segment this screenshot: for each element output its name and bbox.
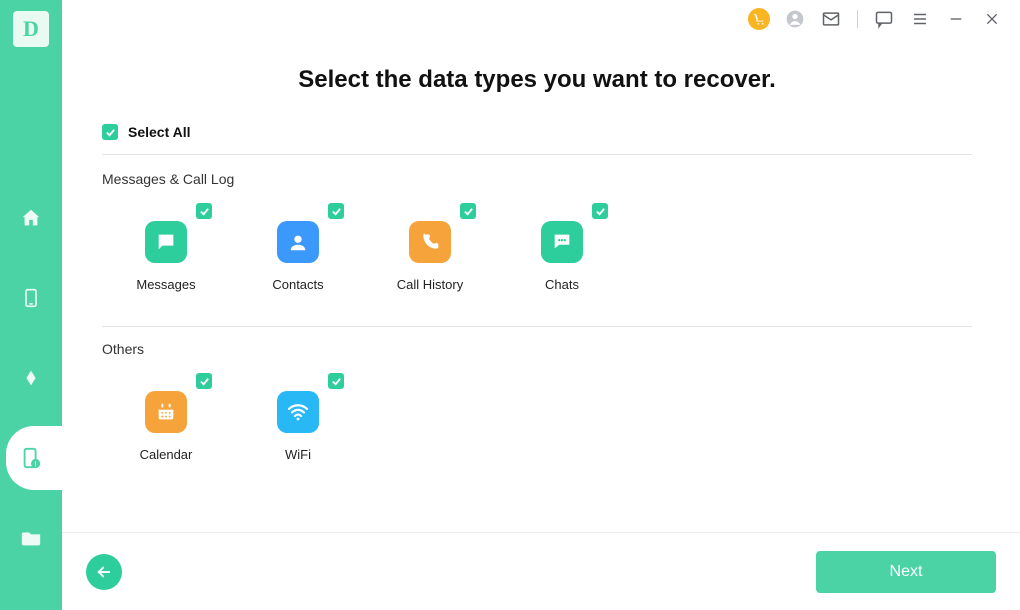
arrow-left-icon [95,563,113,581]
messages-icon [145,221,187,263]
sidebar-item-phone-alert[interactable]: ! [0,434,62,482]
select-all-label: Select All [128,124,191,140]
item-calendar[interactable]: Calendar [124,373,208,462]
item-checkbox[interactable] [460,203,476,219]
check-icon [105,127,116,138]
close-button[interactable] [976,3,1008,35]
menu-button[interactable] [904,3,936,35]
chats-icon [541,221,583,263]
sidebar-item-home[interactable] [0,194,62,242]
titlebar-separator [857,10,858,28]
app-logo: D [0,4,62,54]
chat-icon [874,9,894,29]
next-button[interactable]: Next [816,551,996,593]
contacts-icon [277,221,319,263]
user-icon [785,9,805,29]
phone-device-icon [21,287,41,309]
cart-button[interactable] [743,3,775,35]
minimize-button[interactable] [940,3,972,35]
main-area: Select the data types you want to recove… [62,0,1020,610]
section-messages-call-log: Messages & Call Log Messages [102,171,972,310]
cloud-icon [20,367,42,389]
item-checkbox[interactable] [592,203,608,219]
menu-icon [911,10,929,28]
sidebar-item-phone[interactable] [0,274,62,322]
check-icon [199,376,210,387]
mail-button[interactable] [815,3,847,35]
check-icon [595,206,606,217]
cart-icon [748,8,770,30]
item-label: Contacts [272,277,323,292]
wifi-icon [277,391,319,433]
feedback-button[interactable] [868,3,900,35]
item-label: Calendar [140,447,193,462]
titlebar [62,0,1020,38]
check-icon [199,206,210,217]
item-chats[interactable]: Chats [520,203,604,292]
sidebar-item-cloud[interactable] [0,354,62,402]
minimize-icon [948,11,964,27]
check-icon [463,206,474,217]
item-contacts[interactable]: Contacts [256,203,340,292]
item-checkbox[interactable] [196,373,212,389]
item-checkbox[interactable] [196,203,212,219]
section-title: Others [102,341,972,357]
item-checkbox[interactable] [328,373,344,389]
item-wifi[interactable]: WiFi [256,373,340,462]
svg-text:!: ! [35,459,37,468]
home-icon [20,207,42,229]
section-others: Others Calendar [102,326,972,480]
item-label: Call History [397,277,463,292]
section-title: Messages & Call Log [102,171,972,187]
back-button[interactable] [86,554,122,590]
item-call-history[interactable]: Call History [388,203,472,292]
sidebar: D ! [0,0,62,610]
user-button[interactable] [779,3,811,35]
item-label: Messages [136,277,195,292]
footer: Next [62,532,1020,610]
mail-icon [821,9,841,29]
phone-alert-icon: ! [20,446,42,470]
close-icon [984,11,1000,27]
content: Select the data types you want to recove… [62,38,1020,532]
item-label: WiFi [285,447,311,462]
check-icon [331,206,342,217]
item-label: Chats [545,277,579,292]
folder-icon [20,527,42,549]
calendar-icon [145,391,187,433]
item-messages[interactable]: Messages [124,203,208,292]
item-checkbox[interactable] [328,203,344,219]
select-all-checkbox[interactable] [102,124,118,140]
check-icon [331,376,342,387]
sidebar-item-folder[interactable] [0,514,62,562]
call-history-icon [409,221,451,263]
next-button-label: Next [890,563,923,581]
page-title: Select the data types you want to recove… [102,66,972,94]
